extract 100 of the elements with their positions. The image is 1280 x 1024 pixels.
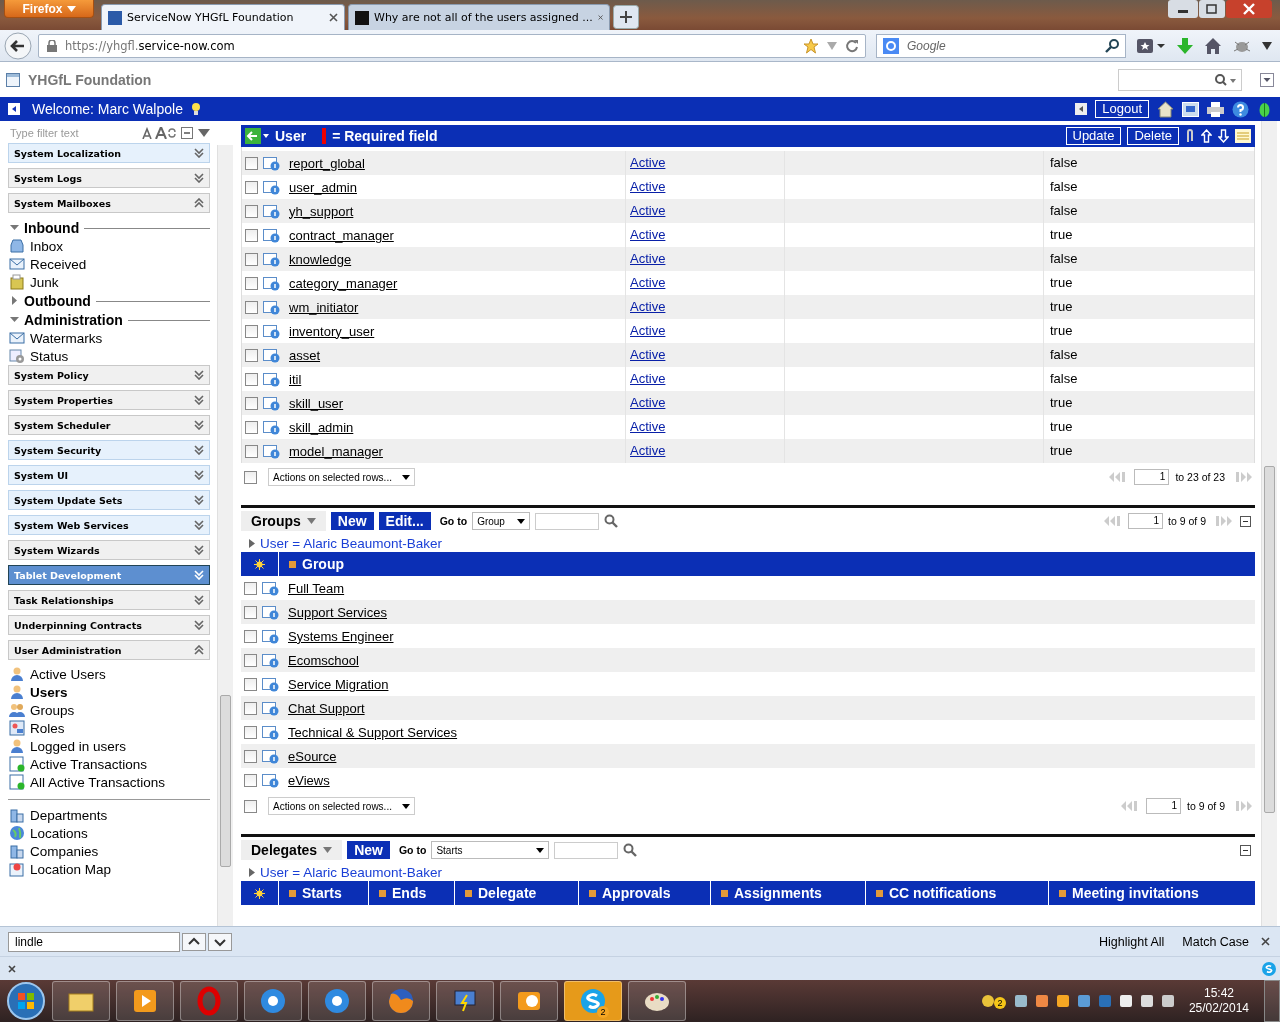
chevron-icon[interactable] bbox=[194, 370, 204, 380]
chevron-icon[interactable] bbox=[194, 395, 204, 405]
list-button[interactable]: New bbox=[330, 512, 374, 530]
row-checkbox[interactable] bbox=[245, 372, 258, 386]
chevron-icon[interactable] bbox=[194, 470, 204, 480]
tray-icon[interactable] bbox=[1054, 993, 1071, 1009]
menu-module[interactable]: Companies bbox=[30, 843, 99, 859]
role-link[interactable]: wm_initiator bbox=[289, 299, 359, 315]
record-icon[interactable] bbox=[263, 251, 281, 267]
tray-icon[interactable] bbox=[1138, 993, 1155, 1009]
search-text-field[interactable] bbox=[535, 512, 600, 530]
menu-section[interactable]: Task Relationships bbox=[8, 590, 210, 610]
next-icon[interactable] bbox=[208, 932, 232, 951]
help-icon[interactable] bbox=[1232, 100, 1249, 118]
close-icon[interactable] bbox=[329, 13, 338, 22]
taskbar-button[interactable] bbox=[628, 981, 686, 1021]
search-icon[interactable] bbox=[1215, 73, 1237, 86]
role-link[interactable]: skill_admin bbox=[289, 419, 354, 435]
row-checkbox[interactable] bbox=[245, 300, 258, 314]
search-icon[interactable] bbox=[604, 514, 619, 528]
taskbar-button[interactable] bbox=[500, 981, 558, 1021]
previous-icon[interactable] bbox=[182, 932, 206, 951]
state-link[interactable]: Active bbox=[630, 371, 666, 386]
state-link[interactable]: Active bbox=[630, 419, 666, 434]
record-icon[interactable] bbox=[263, 275, 281, 291]
row-checkbox[interactable] bbox=[245, 420, 258, 434]
menu-module[interactable]: Received bbox=[30, 256, 87, 272]
related-list-title[interactable]: Groups bbox=[241, 511, 326, 531]
close-icon[interactable] bbox=[8, 964, 16, 973]
row-checkbox[interactable] bbox=[245, 444, 258, 458]
menu-section[interactable]: System Policy bbox=[8, 365, 210, 385]
record-icon[interactable] bbox=[263, 203, 281, 219]
state-link[interactable]: Active bbox=[630, 227, 666, 242]
form-button[interactable]: Delete bbox=[1127, 127, 1179, 145]
window-icon[interactable] bbox=[1182, 101, 1199, 117]
row-checkbox[interactable] bbox=[245, 204, 258, 218]
row-checkbox[interactable] bbox=[244, 677, 257, 691]
filter-breadcrumb[interactable]: User = Alaric Beaumont-Baker bbox=[260, 535, 442, 551]
related-list-title[interactable]: Delegates bbox=[241, 840, 343, 860]
menu-section[interactable]: System Logs bbox=[8, 168, 210, 188]
record-icon[interactable] bbox=[262, 772, 280, 788]
menu-module[interactable]: Active Users bbox=[30, 666, 106, 682]
match-case-button[interactable]: Match Case bbox=[1176, 933, 1255, 950]
role-link[interactable]: contract_manager bbox=[289, 227, 394, 243]
role-link[interactable]: asset bbox=[289, 347, 321, 363]
menu-module[interactable]: Locations bbox=[30, 825, 88, 841]
menu-heading[interactable]: Administration bbox=[24, 311, 123, 328]
logout-button[interactable]: Logout bbox=[1095, 100, 1149, 118]
close-icon[interactable] bbox=[597, 13, 603, 22]
row-checkbox[interactable] bbox=[245, 156, 258, 170]
group-link[interactable]: Full Team bbox=[288, 580, 345, 596]
column-header[interactable]: Approvals bbox=[579, 881, 711, 905]
state-link[interactable]: Active bbox=[630, 275, 666, 290]
group-link[interactable]: eSource bbox=[288, 748, 337, 764]
menu-module[interactable]: All Active Transactions bbox=[30, 774, 166, 790]
search-field[interactable]: Google bbox=[876, 33, 1126, 58]
dropdown-icon[interactable] bbox=[1260, 72, 1274, 87]
clock-time[interactable]: 15:42 bbox=[1203, 986, 1234, 1001]
star-icon[interactable] bbox=[803, 37, 819, 54]
record-icon[interactable] bbox=[263, 299, 281, 315]
taskbar-button[interactable]: 2 bbox=[564, 981, 622, 1021]
start-button[interactable] bbox=[6, 981, 46, 1021]
scrollbar[interactable] bbox=[217, 145, 233, 926]
minimize-icon[interactable] bbox=[1168, 0, 1198, 18]
role-link[interactable]: itil bbox=[289, 371, 302, 387]
menu-heading[interactable]: Inbound bbox=[24, 219, 80, 236]
download-icon[interactable] bbox=[1176, 36, 1194, 55]
search-engine-icon[interactable] bbox=[883, 37, 899, 54]
row-checkbox[interactable] bbox=[245, 276, 258, 290]
search-icon[interactable] bbox=[623, 843, 638, 857]
record-icon[interactable] bbox=[263, 155, 281, 171]
state-link[interactable]: Active bbox=[630, 299, 666, 314]
menu-module[interactable]: Junk bbox=[30, 274, 59, 290]
page-field[interactable]: 1 bbox=[1128, 513, 1164, 529]
row-checkbox[interactable] bbox=[245, 228, 258, 242]
row-checkbox[interactable] bbox=[244, 701, 257, 715]
collapsed-arrow-icon[interactable] bbox=[10, 296, 19, 305]
row-checkbox[interactable] bbox=[244, 581, 257, 595]
record-icon[interactable] bbox=[263, 371, 281, 387]
chevron-icon[interactable] bbox=[194, 495, 204, 505]
row-checkbox[interactable] bbox=[244, 653, 257, 667]
search-text-field[interactable] bbox=[554, 841, 619, 859]
role-link[interactable]: skill_user bbox=[289, 395, 344, 411]
menu-section[interactable]: System Wizards bbox=[8, 540, 210, 560]
state-link[interactable]: Active bbox=[630, 443, 666, 458]
menu-section[interactable]: System Web Services bbox=[8, 515, 210, 535]
record-icon[interactable] bbox=[262, 628, 280, 644]
tray-icon[interactable] bbox=[1012, 993, 1029, 1009]
column-header[interactable]: Assignments bbox=[711, 881, 866, 905]
list-button[interactable]: New bbox=[347, 841, 390, 859]
group-link[interactable]: Chat Support bbox=[288, 700, 365, 716]
column-header[interactable]: Ends bbox=[369, 881, 455, 905]
collapse-all-icon[interactable] bbox=[181, 127, 193, 139]
collapse-icon[interactable] bbox=[1240, 844, 1251, 856]
browser-tab[interactable]: ServiceNow YHGfL Foundation bbox=[101, 4, 345, 30]
role-link[interactable]: model_manager bbox=[289, 443, 383, 459]
state-link[interactable]: Active bbox=[630, 155, 666, 170]
row-checkbox[interactable] bbox=[245, 324, 258, 338]
tray-icon[interactable] bbox=[1033, 993, 1050, 1009]
home-icon[interactable] bbox=[1157, 100, 1174, 118]
